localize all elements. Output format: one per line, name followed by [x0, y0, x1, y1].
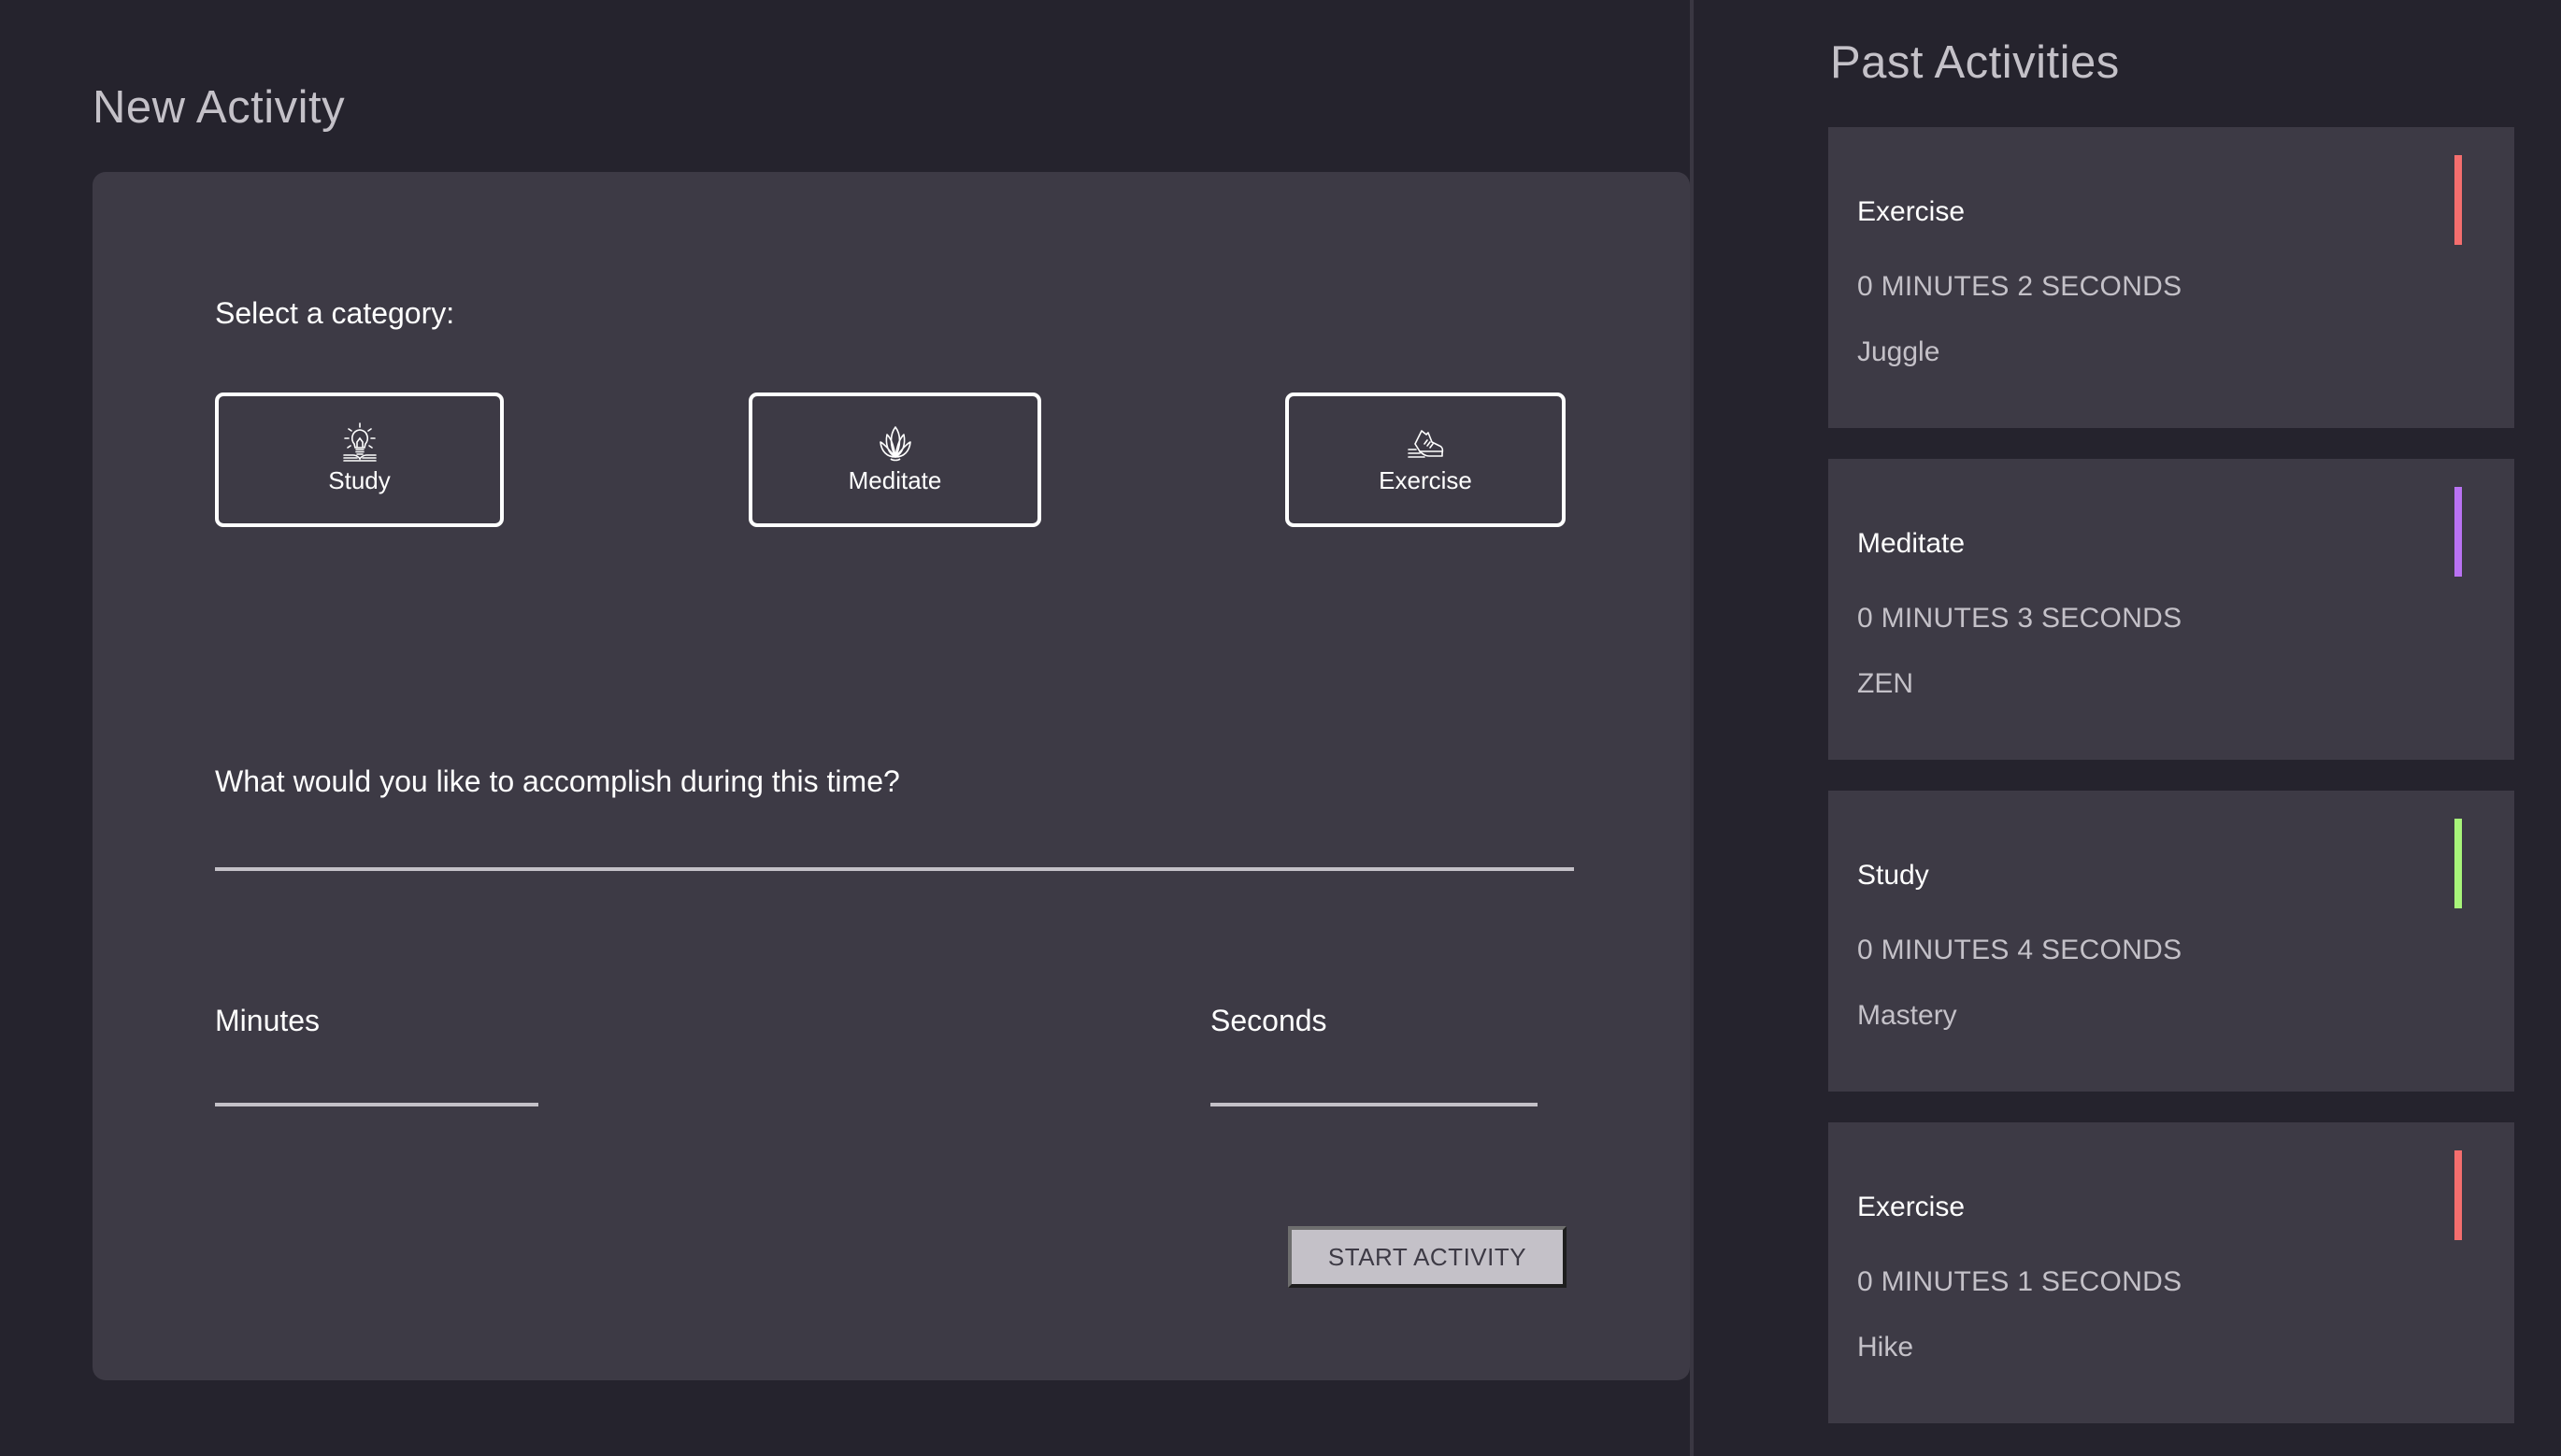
category-study-label: Study	[328, 466, 391, 494]
past-activities-list: Exercise 0 MINUTES 2 SECONDS Juggle Medi…	[1828, 127, 2514, 1454]
category-meditate-label: Meditate	[848, 466, 942, 494]
activity-duration: 0 MINUTES 4 SECONDS	[1857, 935, 2182, 965]
activity-category: Meditate	[1857, 528, 1966, 559]
start-activity-button[interactable]: START ACTIVITY	[1288, 1226, 1567, 1288]
seconds-label: Seconds	[1210, 1004, 1327, 1037]
activity-card: Study 0 MINUTES 4 SECONDS Mastery	[1828, 791, 2514, 1092]
running-shoe-icon	[1408, 430, 1444, 458]
activity-description: ZEN	[1857, 668, 1913, 699]
activity-description: Hike	[1857, 1332, 1914, 1363]
activity-card: Meditate 0 MINUTES 3 SECONDS ZEN	[1828, 459, 2514, 760]
activity-duration: 0 MINUTES 1 SECONDS	[1857, 1266, 2182, 1297]
lightbulb-book-icon	[342, 422, 377, 462]
category-prompt: Select a category:	[215, 296, 455, 330]
new-activity-form: Select a category: Study Meditate Exerci…	[93, 172, 1690, 1380]
category-study-button[interactable]: Study	[215, 393, 504, 527]
minutes-input[interactable]	[215, 1052, 538, 1106]
minutes-label: Minutes	[215, 1004, 321, 1037]
goal-label: What would you like to accomplish during…	[215, 764, 900, 798]
page: New Activity Select a category: Study Me…	[0, 0, 2561, 1456]
category-exercise-label: Exercise	[1379, 466, 1472, 494]
category-color-bar	[2454, 155, 2462, 245]
activity-category: Study	[1857, 860, 1929, 891]
new-activity-title: New Activity	[93, 82, 346, 133]
activity-card: Exercise 0 MINUTES 2 SECONDS Juggle	[1828, 127, 2514, 428]
lotus-icon	[879, 426, 911, 462]
activity-duration: 0 MINUTES 3 SECONDS	[1857, 603, 2182, 634]
activity-category: Exercise	[1857, 1192, 1966, 1222]
activity-category: Exercise	[1857, 196, 1966, 227]
seconds-input[interactable]	[1210, 1052, 1538, 1106]
category-meditate-button[interactable]: Meditate	[749, 393, 1041, 527]
goal-input[interactable]	[215, 817, 1574, 871]
category-color-bar	[2454, 819, 2462, 908]
past-activities-title: Past Activities	[1830, 37, 2120, 88]
panel-divider	[1690, 0, 1694, 1456]
activity-description: Juggle	[1857, 336, 1940, 367]
category-color-bar	[2454, 487, 2462, 577]
category-exercise-button[interactable]: Exercise	[1285, 393, 1566, 527]
category-color-bar	[2454, 1150, 2462, 1240]
activity-card: Exercise 0 MINUTES 1 SECONDS Hike	[1828, 1122, 2514, 1423]
activity-description: Mastery	[1857, 1000, 1957, 1031]
activity-duration: 0 MINUTES 2 SECONDS	[1857, 271, 2182, 302]
